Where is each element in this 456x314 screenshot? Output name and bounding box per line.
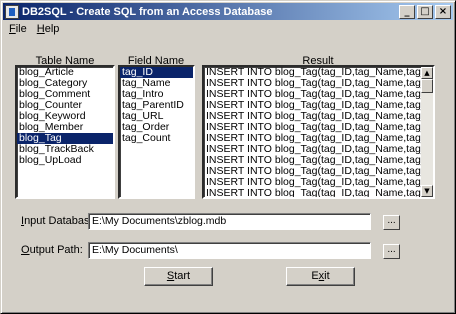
input-database-field[interactable]: E:\My Documents\zblog.mdb — [88, 213, 371, 230]
field-name-list[interactable]: tag_ID tag_Name tag_Intro tag_ParentID tag_U… — [118, 65, 195, 199]
app-window: DB2SQL - Create SQL from an Access Datab… — [0, 0, 456, 314]
start-button[interactable]: Start — [144, 267, 213, 286]
result-scrollbar[interactable]: ▲ ▼ — [421, 67, 433, 197]
minimize-button[interactable]: _ — [399, 4, 415, 19]
result-line[interactable]: INSERT INTO blog_Tag(tag_ID,tag_Name,tag… — [204, 188, 421, 198]
title-bar[interactable]: DB2SQL - Create SQL from an Access Datab… — [3, 3, 453, 20]
output-path-field[interactable]: E:\My Documents\ — [88, 242, 371, 259]
scroll-up-icon[interactable]: ▲ — [421, 67, 433, 79]
app-icon — [5, 4, 19, 19]
output-path-browse-button[interactable]: ... — [383, 244, 400, 259]
menu-bar: File Help — [3, 20, 453, 37]
output-path-label: Output Path: — [21, 244, 83, 256]
exit-button[interactable]: Exit — [286, 267, 355, 286]
close-button[interactable]: × — [435, 4, 451, 19]
maximize-button[interactable]: □ — [417, 4, 433, 19]
result-rows: INSERT INTO blog_Tag(tag_ID,tag_Name,tag… — [204, 67, 421, 197]
table-name-list[interactable]: blog_Article blog_Category blog_Comment blo… — [15, 65, 115, 199]
window-title: DB2SQL - Create SQL from an Access Datab… — [22, 5, 273, 18]
field-name-item[interactable]: tag_Count — [120, 133, 193, 144]
table-name-item[interactable]: blog_UpLoad — [17, 155, 113, 166]
menu-help[interactable]: Help — [33, 23, 64, 35]
scroll-thumb[interactable] — [421, 79, 433, 93]
result-list[interactable]: INSERT INTO blog_Tag(tag_ID,tag_Name,tag… — [202, 65, 435, 199]
scroll-down-icon[interactable]: ▼ — [421, 185, 433, 197]
input-database-browse-button[interactable]: ... — [383, 215, 400, 230]
menu-file[interactable]: File — [5, 23, 31, 35]
